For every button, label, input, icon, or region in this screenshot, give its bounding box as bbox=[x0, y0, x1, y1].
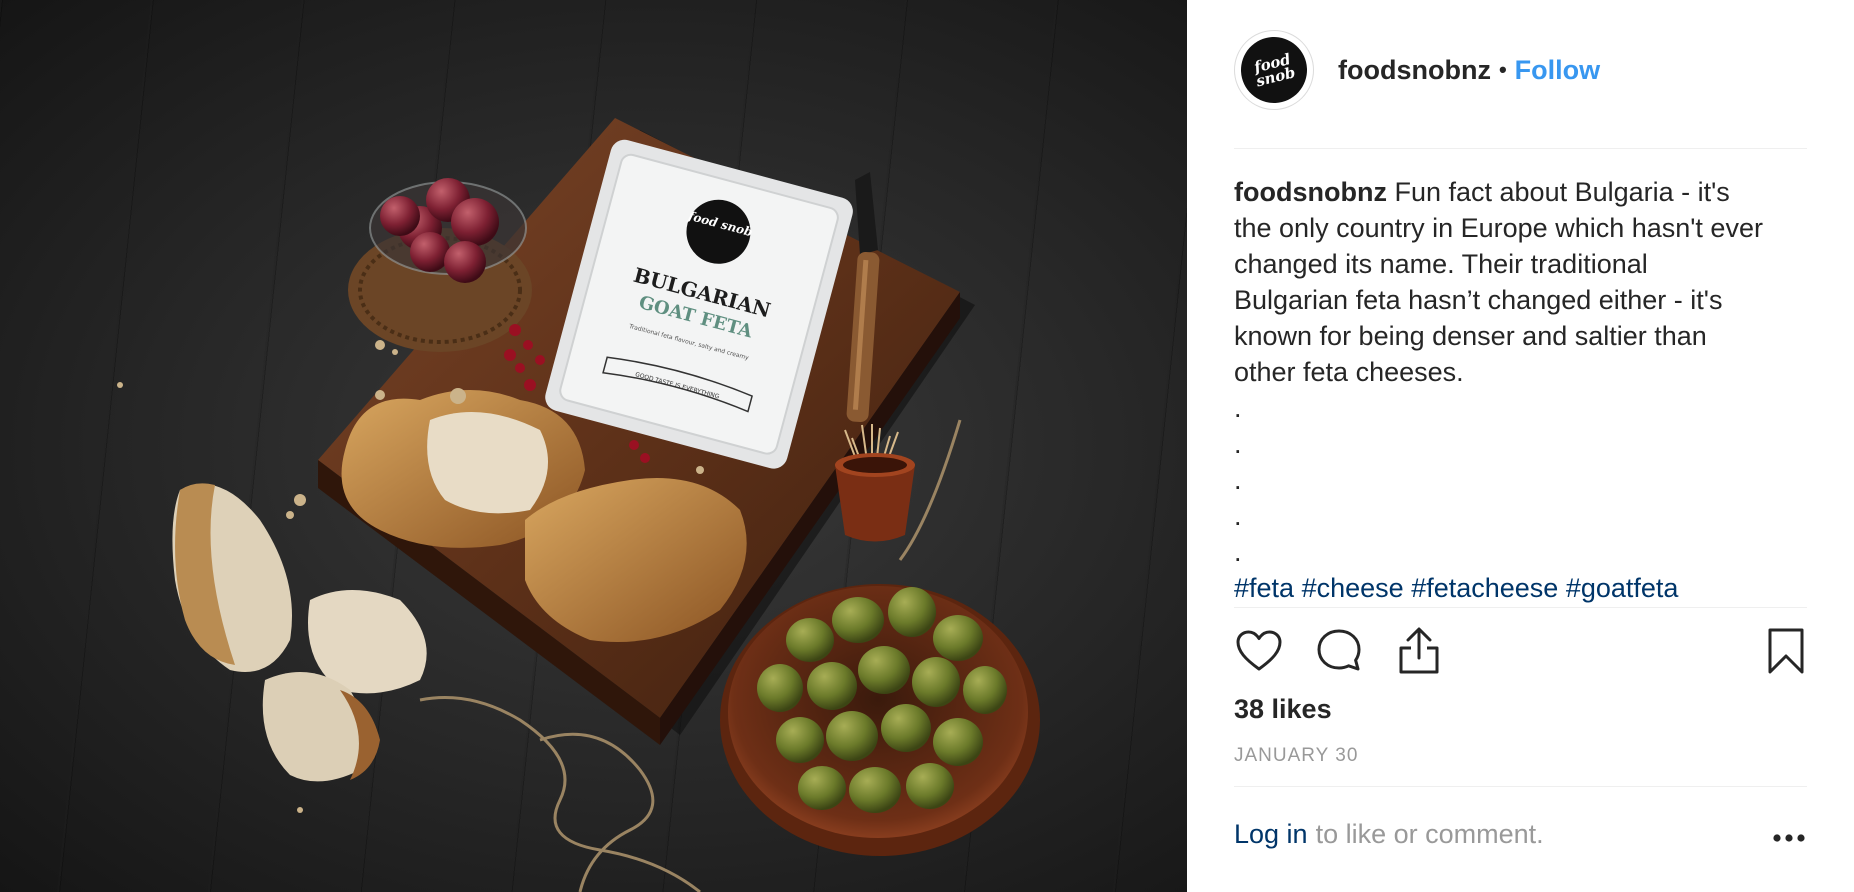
grape bbox=[380, 196, 420, 236]
login-prompt-text: to like or comment. bbox=[1315, 819, 1544, 849]
grape bbox=[451, 198, 499, 246]
comment-icon bbox=[1317, 629, 1361, 671]
caption-dot: . bbox=[1234, 537, 1242, 567]
share-icon bbox=[1399, 627, 1439, 674]
caption-line: Fun fact about Bulgaria - it's bbox=[1386, 177, 1730, 207]
more-options-button[interactable] bbox=[1769, 823, 1809, 853]
footer-divider bbox=[1234, 786, 1807, 787]
header-divider bbox=[1234, 148, 1807, 149]
caption-line: changed its name. Their traditional bbox=[1234, 249, 1648, 279]
save-button[interactable] bbox=[1761, 626, 1811, 676]
like-button[interactable] bbox=[1234, 626, 1284, 676]
caption-dot: . bbox=[1234, 501, 1242, 531]
caption-line: other feta cheeses. bbox=[1234, 357, 1464, 387]
avatar-logo: food snob bbox=[1233, 29, 1315, 111]
caption-dot: . bbox=[1234, 465, 1242, 495]
caption-line: the only country in Europe which hasn't … bbox=[1234, 213, 1763, 243]
header-separator: • bbox=[1498, 57, 1507, 82]
caption: foodsnobnz Fun fact about Bulgaria - it'… bbox=[1234, 174, 1809, 606]
caption-username[interactable]: foodsnobnz bbox=[1234, 177, 1387, 207]
login-prompt: Log in to like or comment. bbox=[1234, 819, 1809, 850]
post-date[interactable]: JANUARY 30 bbox=[1234, 745, 1358, 767]
likes-count[interactable]: 38 likes bbox=[1234, 694, 1332, 725]
post-side-panel: food snob foodsnobnz • Follow foodsnobnz… bbox=[1187, 0, 1854, 892]
hashtag-fetacheese[interactable]: #fetacheese bbox=[1411, 573, 1558, 603]
hashtag-feta[interactable]: #feta bbox=[1234, 573, 1294, 603]
post-photo[interactable]: food snob BULGARIAN GOAT FETA Traditiona… bbox=[0, 0, 1187, 892]
login-link[interactable]: Log in bbox=[1234, 819, 1308, 850]
heart-icon bbox=[1236, 630, 1282, 671]
grape bbox=[410, 232, 450, 272]
olive-bowl bbox=[720, 584, 1040, 856]
photo-illustration: food snob BULGARIAN GOAT FETA Traditiona… bbox=[117, 118, 1040, 892]
grape bbox=[444, 241, 486, 283]
comment-button[interactable] bbox=[1314, 626, 1364, 676]
hashtags: #feta #cheese #fetacheese #goatfeta bbox=[1234, 570, 1809, 606]
follow-button[interactable]: Follow bbox=[1515, 55, 1600, 86]
action-bar bbox=[1234, 626, 1809, 682]
bookmark-icon bbox=[1768, 628, 1804, 674]
avatar[interactable]: food snob bbox=[1233, 29, 1315, 111]
post-header: food snob foodsnobnz • Follow bbox=[1233, 29, 1814, 111]
hashtag-cheese[interactable]: #cheese bbox=[1302, 573, 1404, 603]
header-username[interactable]: foodsnobnz bbox=[1338, 55, 1491, 86]
share-button[interactable] bbox=[1394, 626, 1444, 676]
caption-line: known for being denser and saltier than bbox=[1234, 321, 1707, 351]
header-text: foodsnobnz • Follow bbox=[1338, 55, 1600, 86]
more-options-icon bbox=[1773, 834, 1805, 842]
caption-dot: . bbox=[1234, 393, 1242, 423]
caption-line: Bulgarian feta hasn’t changed either - i… bbox=[1234, 285, 1723, 315]
caption-dot: . bbox=[1234, 429, 1242, 459]
caption-divider bbox=[1234, 607, 1807, 608]
hashtag-goatfeta[interactable]: #goatfeta bbox=[1566, 573, 1679, 603]
